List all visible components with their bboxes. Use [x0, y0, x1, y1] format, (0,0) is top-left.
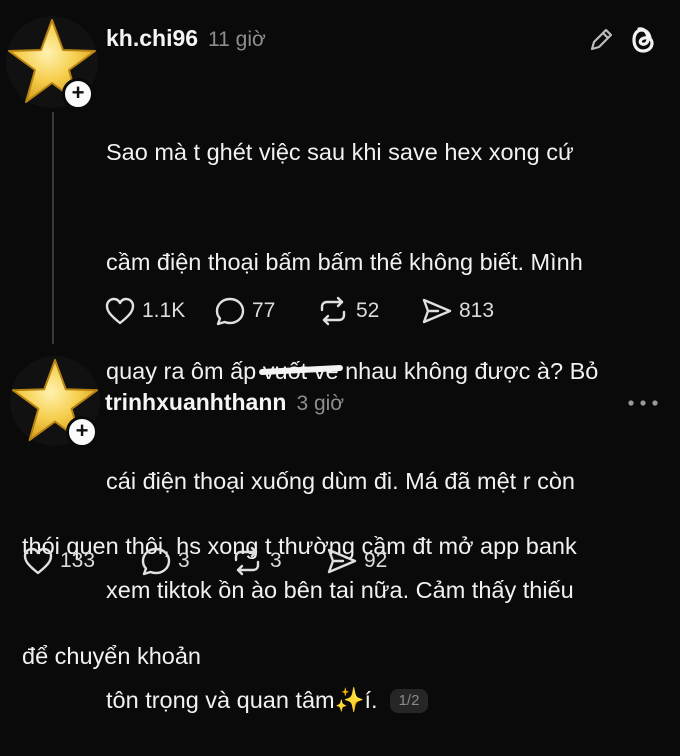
username[interactable]: trinhxuanhthann [105, 389, 286, 416]
share-count: 92 [364, 549, 388, 572]
repost-icon [234, 546, 260, 576]
repost-count: 3 [270, 549, 282, 572]
share-button[interactable]: 813 [421, 296, 494, 326]
reply-body: thói quen thôi, hs xong t thường cầm đt … [22, 455, 672, 711]
comment-count: 3 [178, 549, 190, 572]
post-line: quay ra ôm ấp vuốt ve nhau không được à?… [106, 353, 666, 390]
post-line: Sao mà t ghét việc sau khi save hex xong… [106, 139, 574, 165]
repost-icon [320, 296, 346, 326]
follow-plus-button[interactable]: + [66, 416, 98, 448]
heart-icon [23, 547, 53, 575]
thread-connector-line [52, 112, 54, 344]
follow-plus-button[interactable]: + [62, 78, 94, 110]
comment-button[interactable]: 77 [214, 296, 316, 326]
repost-button[interactable]: 3 [230, 546, 326, 576]
share-icon [422, 298, 452, 324]
like-count: 133 [60, 549, 96, 572]
post-line: cầm điện thoại bấm bấm thế không biết. M… [106, 248, 583, 275]
username[interactable]: kh.chi96 [106, 25, 198, 52]
like-button[interactable]: 1.1K [104, 296, 214, 326]
share-button[interactable]: 92 [326, 546, 387, 576]
pencil-icon[interactable] [587, 26, 615, 59]
more-dots-icon[interactable] [626, 387, 660, 415]
comment-icon [141, 547, 171, 576]
comment-button[interactable]: 3 [140, 546, 230, 576]
post-header: trinhxuanhthann 3 giờ [105, 389, 344, 416]
post-time: 11 giờ [208, 28, 266, 51]
share-icon [327, 548, 357, 574]
post-header: kh.chi96 11 giờ [106, 25, 266, 52]
comment-count: 77 [252, 299, 276, 322]
reply-actions: 133 3 3 92 [22, 546, 387, 576]
repost-button[interactable]: 52 [316, 296, 421, 326]
post-text-segment: quay ra ôm ấp [106, 358, 263, 384]
comment-icon [215, 297, 245, 326]
like-button[interactable]: 133 [22, 546, 140, 576]
threads-logo-icon[interactable] [626, 22, 660, 63]
struck-word: vuốt ve [262, 358, 339, 384]
post-actions: 1.1K 77 52 813 [104, 296, 494, 326]
like-count: 1.1K [142, 299, 186, 322]
post-text-segment: nhau không được à? Bỏ [338, 358, 599, 384]
repost-count: 52 [356, 299, 380, 322]
share-count: 813 [459, 299, 495, 322]
heart-icon [105, 297, 135, 325]
post-line: để chuyển khoản [22, 642, 202, 669]
post-time: 3 giờ [296, 392, 345, 415]
